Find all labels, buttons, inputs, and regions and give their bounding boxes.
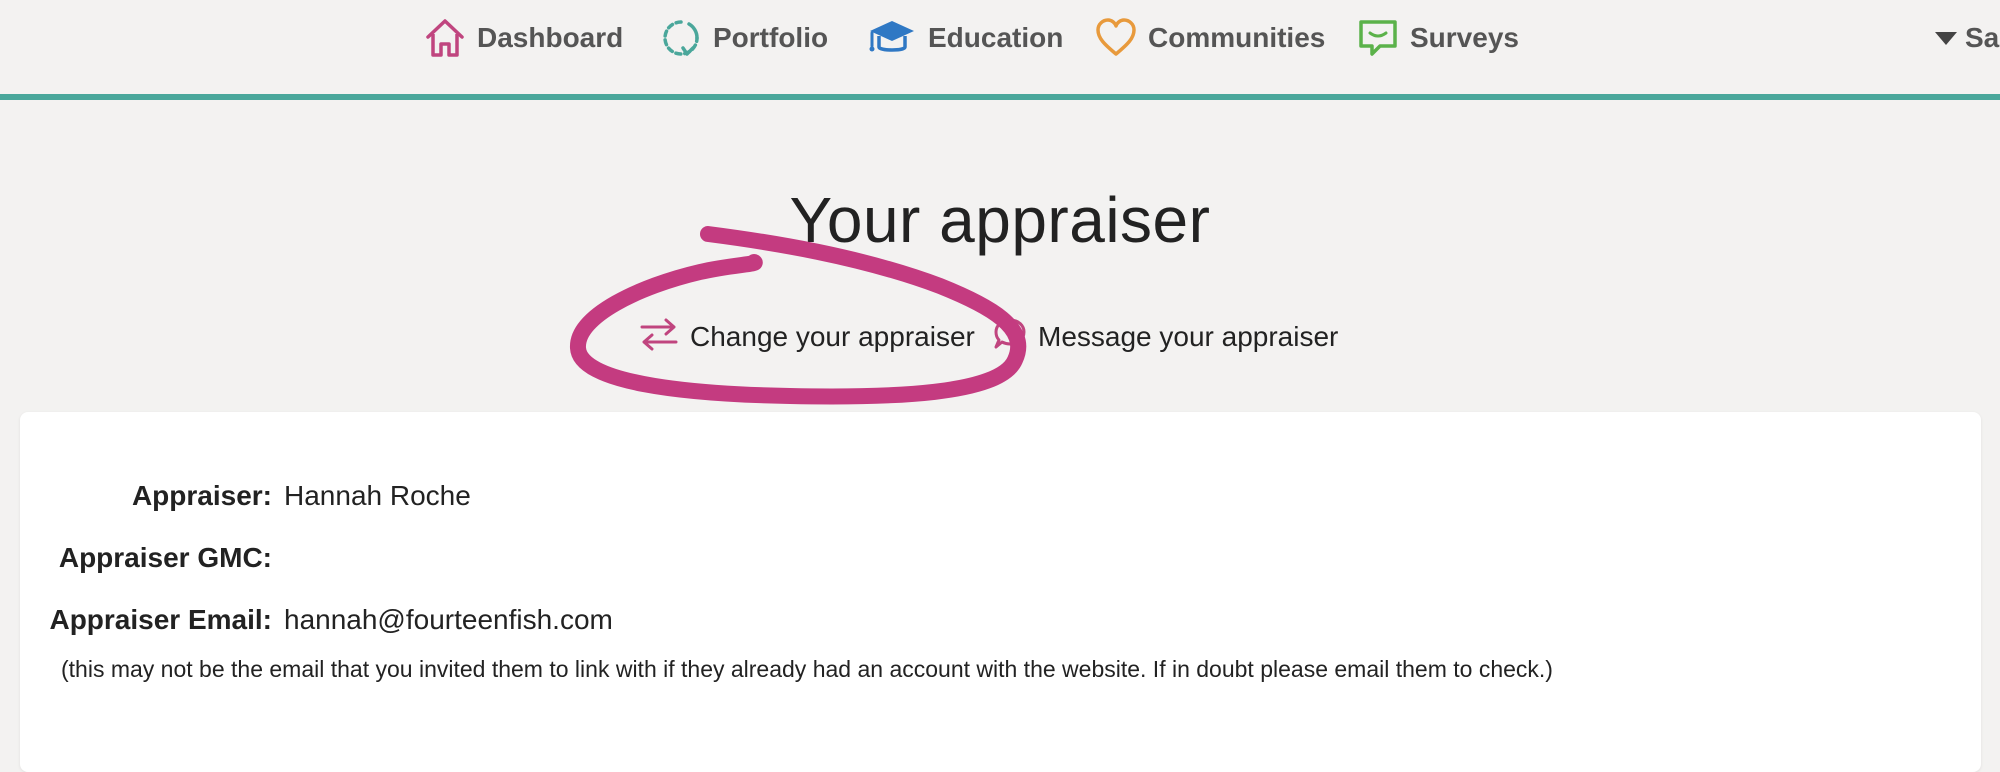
appraiser-row: Appraiser: Hannah Roche [20,476,471,516]
heart-icon [1094,16,1138,60]
appraiser-gmc-label: Appraiser GMC: [58,542,272,573]
page-title: Your appraiser [789,184,1211,256]
user-menu-label: Sa [1965,22,2000,53]
nav-label-portfolio: Portfolio [713,22,829,53]
nav-label-dashboard: Dashboard [477,22,624,53]
nav-item-communities[interactable]: Communities [1094,12,1325,64]
appraiser-email-value: hannah@fourteenfish.com [284,604,613,635]
caret-down-icon [1935,31,1957,45]
swap-arrows-icon [638,316,680,359]
speech-bubble-icon [992,316,1028,359]
nav-label-communities: Communities [1148,22,1326,53]
chat-icon [1356,16,1400,60]
appraiser-label: Appraiser: [131,480,272,511]
email-disclaimer-note: (this may not be the email that you invi… [61,656,1553,682]
message-appraiser-label: Message your appraiser [1038,321,1339,352]
graduation-cap-icon [866,16,918,60]
nav-item-education[interactable]: Education [866,12,1063,64]
nav-item-dashboard[interactable]: Dashboard [423,12,623,64]
appraiser-email-row: Appraiser Email: hannah@fourteenfish.com [20,600,613,640]
nav-label-education: Education [928,22,1064,53]
change-appraiser-link[interactable]: Change your appraiser [638,312,975,362]
nav-label-surveys: Surveys [1410,22,1519,53]
message-appraiser-link[interactable]: Message your appraiser [992,312,1338,362]
nav-item-portfolio[interactable]: Portfolio [659,12,828,64]
appraiser-details-card: Appraiser: Hannah Roche Appraiser GMC: A… [20,412,1981,772]
appraiser-email-label: Appraiser Email: [49,604,272,635]
refresh-icon [659,16,703,60]
change-appraiser-label: Change your appraiser [690,321,975,352]
home-icon [423,16,467,60]
nav-item-surveys[interactable]: Surveys [1356,12,1519,64]
appraiser-name: Hannah Roche [284,480,471,511]
user-menu[interactable]: Sa [1935,12,1999,64]
appraiser-actions: Change your appraiser Message your appra… [0,312,2000,362]
top-navigation: Dashboard Portfolio Education Communitie… [0,0,2000,100]
appraiser-gmc-row: Appraiser GMC: [20,538,284,578]
